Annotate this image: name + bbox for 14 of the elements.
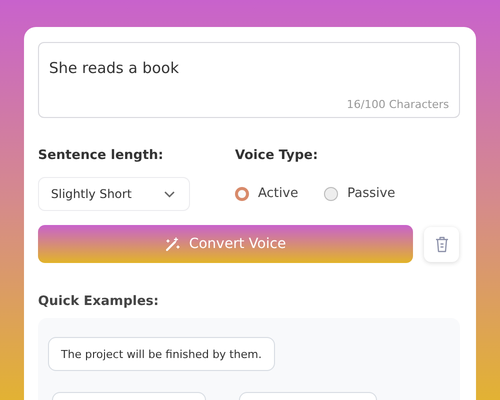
field-label: Voice Type: xyxy=(235,148,319,163)
text-input-field[interactable]: She reads a book 16/100 Characters xyxy=(38,42,460,118)
magic-wand-icon xyxy=(164,236,180,252)
input-text: She reads a book xyxy=(49,59,180,77)
voice-radio-option[interactable]: Passive xyxy=(324,186,396,201)
trash-icon xyxy=(434,236,448,252)
example-chip[interactable]: The project will be finished by them. xyxy=(48,337,275,371)
delete-button[interactable] xyxy=(424,226,459,262)
section-title: Quick Examples: xyxy=(38,294,160,309)
voice-radio-option[interactable]: Active xyxy=(235,186,298,201)
length-dropdown[interactable]: Slightly Short xyxy=(38,177,190,211)
field-label: Sentence length: xyxy=(38,148,164,163)
chevron-down-icon xyxy=(164,190,175,198)
character-counter: 16/100 Characters xyxy=(346,98,449,111)
